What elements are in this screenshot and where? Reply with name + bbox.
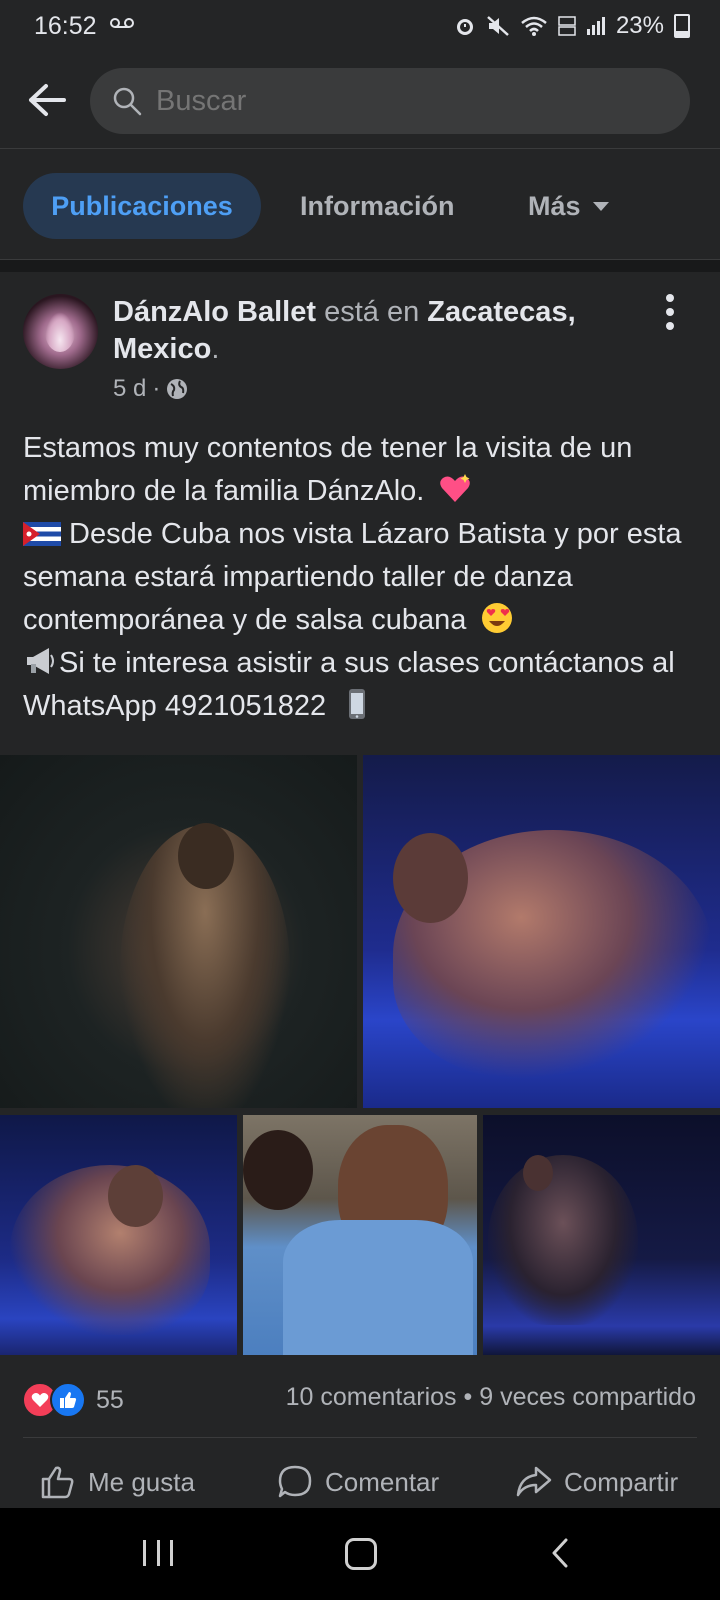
status-icons: 23% [454,12,690,40]
search-icon [113,87,142,116]
battery-percent: 23% [615,12,664,39]
comment-icon [278,1465,312,1498]
mobile-phone-emoji [349,689,366,719]
system-nav-bar [0,1508,720,1600]
post-time[interactable]: 5 d [113,375,146,403]
sparkling-heart-emoji [440,474,471,502]
post-text-paragraph-1: Estamos muy contentos de tener la visita… [23,427,703,513]
search-bar[interactable] [90,68,690,134]
stats-separator: • [463,1383,480,1411]
post-photo-3[interactable] [0,1115,237,1355]
status-time: 16:52 [34,12,97,40]
voicemail-icon [110,18,134,28]
tab-mas-label: Más [528,191,581,221]
engagement-stats: 10 comentarios • 9 veces compartido [286,1383,696,1412]
post-header: DánzAlo Ballet está en Zacatecas, Mexico… [113,296,576,365]
thumbs-up-icon [50,1382,86,1418]
meta-separator: · [152,375,161,402]
more-vertical-icon[interactable] [664,294,676,334]
search-input[interactable] [156,85,656,118]
share-icon [516,1466,552,1497]
page-tabs: Publicaciones Información Más [0,149,720,260]
shares-count[interactable]: 9 veces compartido [479,1383,696,1411]
thumbs-up-outline-icon [41,1466,74,1499]
author-connector: está en [324,296,420,328]
home-icon[interactable] [345,1538,377,1570]
globe-icon [167,379,188,399]
share-label: Compartir [564,1466,679,1497]
status-bar: 16:52 23% [0,0,720,52]
post-text-paragraph-3: Si te interesa asistir a sus clases cont… [23,642,703,728]
comment-button[interactable]: Comentar [277,1464,439,1500]
post-actions: Me gusta Comentar Compartir [0,1442,720,1508]
reactions-summary[interactable]: 55 [22,1382,124,1418]
divider [23,1437,697,1438]
post-photo-5[interactable] [483,1115,720,1355]
top-bar [0,52,720,149]
avatar[interactable] [23,294,98,369]
post-meta: 5 d · [113,375,188,403]
share-button[interactable]: Compartir [516,1464,678,1500]
mute-icon [487,16,509,36]
megaphone-emoji [27,648,54,674]
post-photo-2[interactable] [363,755,720,1108]
like-label: Me gusta [88,1466,195,1497]
volte-icon [558,16,576,36]
reactions-count: 55 [96,1385,124,1414]
cuba-flag-emoji [23,522,61,546]
post-text-line-1: Estamos muy contentos de tener la visita… [23,432,633,507]
tab-informacion[interactable]: Información [300,173,455,239]
wifi-icon [521,16,547,36]
post-photo-4[interactable] [243,1115,477,1355]
like-button[interactable]: Me gusta [40,1464,195,1500]
tab-publicaciones[interactable]: Publicaciones [23,173,261,239]
heart-eyes-emoji [482,603,513,633]
post-text-paragraph-2: Desde Cuba nos vista Lázaro Batista y po… [23,513,703,642]
post-text: Estamos muy contentos de tener la visita… [23,427,703,728]
signal-icon [586,17,605,35]
comment-label: Comentar [325,1466,440,1497]
back-arrow-icon[interactable] [26,82,66,118]
recent-apps-icon[interactable] [143,1540,173,1566]
author-name[interactable]: DánzAlo Ballet [113,296,316,328]
post-text-line-2: Desde Cuba nos vista Lázaro Batista y po… [23,518,682,636]
comments-count[interactable]: 10 comentarios [286,1383,457,1411]
tab-mas[interactable]: Más [528,173,609,239]
battery-icon [674,14,690,38]
caret-down-icon [592,201,609,211]
system-back-icon[interactable] [550,1538,570,1568]
post-photo-1[interactable] [0,755,357,1108]
alarm-icon [456,19,473,35]
